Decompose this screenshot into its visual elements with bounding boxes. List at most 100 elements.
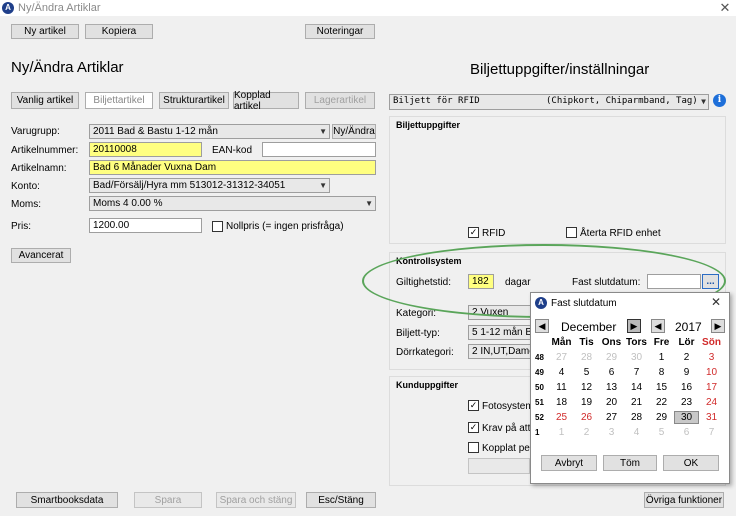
ean-input[interactable] bbox=[262, 142, 376, 157]
konto-select[interactable]: Bad/Försälj/Hyra mm 513012-31312-34051 ▼ bbox=[89, 178, 330, 193]
calendar-day[interactable]: 5 bbox=[574, 367, 599, 378]
ovriga-funktioner-button[interactable]: Övriga funktioner bbox=[644, 492, 724, 508]
calendar-day[interactable]: 2 bbox=[574, 427, 599, 438]
avancerat-button[interactable]: Avancerat bbox=[11, 248, 71, 263]
save-button[interactable]: Spara bbox=[134, 492, 202, 508]
info-icon[interactable]: i bbox=[713, 94, 726, 107]
calendar-day[interactable]: 18 bbox=[549, 397, 574, 408]
calendar-day[interactable]: 11 bbox=[549, 382, 574, 393]
artikelnummer-input[interactable]: 20110008 bbox=[89, 142, 202, 157]
calendar-day[interactable]: 9 bbox=[674, 367, 699, 378]
calendar-day[interactable]: 28 bbox=[624, 412, 649, 423]
calendar-day[interactable]: 20 bbox=[599, 397, 624, 408]
biljett-typ-select[interactable]: 5 1-12 mån B bbox=[468, 325, 532, 340]
calendar-day[interactable]: 29 bbox=[649, 412, 674, 423]
calendar-day[interactable]: 6 bbox=[674, 427, 699, 438]
next-month-icon[interactable]: ▶ bbox=[627, 319, 641, 333]
dorrkategori-select[interactable]: 2 IN,UT,Dame bbox=[468, 344, 532, 359]
calendar-day[interactable]: 22 bbox=[649, 397, 674, 408]
calendar-day[interactable]: 5 bbox=[649, 427, 674, 438]
nollpris-label: Nollpris (= ingen prisfråga) bbox=[226, 221, 344, 232]
calendar-day[interactable]: 27 bbox=[599, 412, 624, 423]
calendar-day[interactable]: 7 bbox=[699, 427, 724, 438]
calendar-week-row: 52 25 26 27 28 29 30 31 bbox=[535, 410, 725, 425]
calendar-day[interactable]: 10 bbox=[699, 367, 724, 378]
calendar-day[interactable]: 19 bbox=[574, 397, 599, 408]
calendar-day[interactable]: 15 bbox=[649, 382, 674, 393]
calendar-day[interactable]: 14 bbox=[624, 382, 649, 393]
week-number: 1 bbox=[535, 428, 540, 437]
calendar-day[interactable]: 29 bbox=[599, 352, 624, 363]
tab-vanlig-artikel[interactable]: Vanlig artikel bbox=[11, 92, 79, 109]
rfid-checkbox[interactable]: ✓ bbox=[468, 227, 479, 238]
prev-year-icon[interactable]: ◀ bbox=[651, 319, 665, 333]
calendar-day[interactable]: 28 bbox=[574, 352, 599, 363]
tab-strukturartikel[interactable]: Strukturartikel bbox=[159, 92, 229, 109]
kunduppgifter-title: Kunduppgifter bbox=[396, 380, 458, 390]
calendar-day[interactable]: 23 bbox=[674, 397, 699, 408]
dorrkategori-label: Dörrkategori: bbox=[396, 347, 454, 358]
calendar-day[interactable]: 6 bbox=[599, 367, 624, 378]
next-year-icon[interactable]: ▶ bbox=[711, 319, 725, 333]
calendar-day[interactable]: 17 bbox=[699, 382, 724, 393]
ticket-type-select[interactable]: Biljett för RFID (Chipkort, Chiparmband,… bbox=[389, 94, 709, 110]
calendar-day[interactable]: 25 bbox=[549, 412, 574, 423]
title-bar bbox=[0, 0, 736, 16]
calendar-day[interactable]: 31 bbox=[699, 412, 724, 423]
calendar-day[interactable]: 24 bbox=[699, 397, 724, 408]
calendar-day[interactable]: 2 bbox=[674, 352, 699, 363]
kopplat-checkbox[interactable] bbox=[468, 442, 479, 453]
window-close-icon[interactable]: ✕ bbox=[718, 0, 732, 16]
tab-biljettartikel[interactable]: Biljettartikel bbox=[85, 92, 153, 109]
cancel-button[interactable]: Avbryt bbox=[541, 455, 597, 471]
fotosystem-label: Fotosystem bbox=[482, 401, 534, 412]
varugrupp-select[interactable]: 2011 Bad & Bastu 1-12 mån ▼ bbox=[89, 124, 330, 139]
pris-input[interactable]: 1200.00 bbox=[89, 218, 202, 233]
tab-lagerartikel[interactable]: Lagerartikel bbox=[305, 92, 375, 109]
weekday-thu: Tors bbox=[626, 337, 647, 348]
popup-close-icon[interactable]: ✕ bbox=[711, 295, 721, 309]
ok-button[interactable]: OK bbox=[663, 455, 719, 471]
tab-kopplad-artikel[interactable]: Kopplad artikel bbox=[233, 90, 299, 112]
ny-andra-button[interactable]: Ny/Ändra bbox=[332, 124, 376, 139]
calendar-grid: Mån Tis Ons Tors Fre Lör Sön 48 27 28 29 30 1… bbox=[535, 335, 725, 440]
calendar-day[interactable]: 4 bbox=[549, 367, 574, 378]
calendar-day[interactable]: 13 bbox=[599, 382, 624, 393]
calendar-day[interactable]: 3 bbox=[699, 352, 724, 363]
calendar-day[interactable]: 7 bbox=[624, 367, 649, 378]
artikelnamn-input[interactable]: Bad 6 Månader Vuxna Dam bbox=[89, 160, 376, 175]
prev-month-icon[interactable]: ◀ bbox=[535, 319, 549, 333]
moms-label: Moms: bbox=[11, 199, 41, 210]
kopplat-label: Kopplat per bbox=[482, 443, 534, 454]
konto-label: Konto: bbox=[11, 181, 40, 192]
calendar-day[interactable]: 30 bbox=[624, 352, 649, 363]
calendar-day[interactable]: 30 bbox=[674, 411, 699, 424]
krav-checkbox[interactable]: ✓ bbox=[468, 422, 479, 433]
esc-close-button[interactable]: Esc/Stäng bbox=[306, 492, 376, 508]
new-article-button[interactable]: Ny artikel bbox=[11, 24, 79, 39]
artikelnamn-label: Artikelnamn: bbox=[11, 163, 67, 174]
notes-button[interactable]: Noteringar bbox=[305, 24, 375, 39]
calendar-day[interactable]: 26 bbox=[574, 412, 599, 423]
calendar-day[interactable]: 16 bbox=[674, 382, 699, 393]
smartbooks-button[interactable]: Smartbooksdata bbox=[16, 492, 118, 508]
nollpris-checkbox[interactable] bbox=[212, 221, 223, 232]
calendar-day[interactable]: 21 bbox=[624, 397, 649, 408]
week-number: 49 bbox=[535, 368, 544, 377]
weekday-mon: Mån bbox=[551, 337, 572, 348]
calendar-day[interactable]: 12 bbox=[574, 382, 599, 393]
ticket-type-hint: (Chipkort, Chiparmband, Tag) bbox=[546, 96, 698, 106]
clear-button[interactable]: Töm bbox=[603, 455, 657, 471]
calendar-day[interactable]: 4 bbox=[624, 427, 649, 438]
moms-select[interactable]: Moms 4 0.00 % ▼ bbox=[89, 196, 376, 211]
calendar-day[interactable]: 1 bbox=[549, 427, 574, 438]
aterta-rfid-checkbox[interactable] bbox=[566, 227, 577, 238]
calendar-day[interactable]: 3 bbox=[599, 427, 624, 438]
fotosystem-checkbox[interactable]: ✓ bbox=[468, 400, 479, 411]
calendar-day[interactable]: 27 bbox=[549, 352, 574, 363]
save-close-button[interactable]: Spara och stäng bbox=[216, 492, 296, 508]
copy-button[interactable]: Kopiera bbox=[85, 24, 153, 39]
calendar-day[interactable]: 8 bbox=[649, 367, 674, 378]
calendar-day[interactable]: 1 bbox=[649, 352, 674, 363]
kund-extra-button[interactable] bbox=[468, 458, 530, 474]
